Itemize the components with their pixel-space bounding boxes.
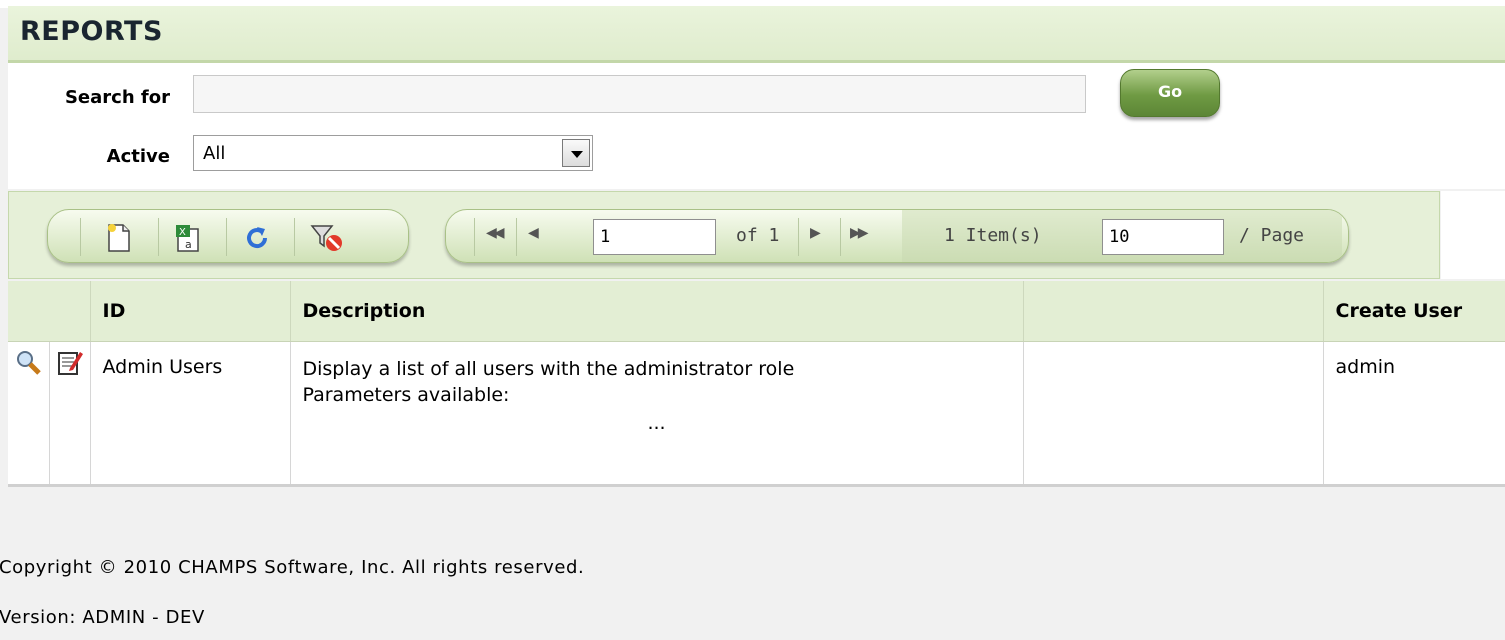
items-count-label: 1 Item(s) [944, 225, 1042, 246]
view-cell [8, 341, 50, 487]
report-description-cell: Display a list of all users with the adm… [290, 341, 1024, 487]
magnifier-view-icon[interactable] [14, 351, 42, 381]
toolbar-separator [798, 218, 799, 256]
previous-page-icon[interactable]: ◀ [528, 225, 539, 241]
edit-icon[interactable] [56, 352, 84, 381]
blank-cell [1023, 341, 1324, 487]
parameters-label: Parameters available: [302, 384, 510, 406]
toolbar-filler [1441, 191, 1505, 279]
reports-header: REPORTS [8, 6, 1505, 63]
go-button[interactable]: Go [1120, 69, 1220, 117]
create-user-cell: admin [1323, 341, 1505, 487]
active-label: Active [106, 146, 170, 167]
first-page-icon[interactable]: ◀◀ [486, 225, 504, 241]
pager-toolbar: ◀◀ ◀ 1 of 1 ▶ ▶▶ 1 Item(s) 10 / Page [445, 209, 1349, 263]
column-header-blank [1023, 281, 1324, 342]
reports-table: ID Description Create User Admin Users D… [8, 281, 1505, 487]
clear-filter-icon[interactable] [310, 223, 342, 253]
search-label: Search for [64, 87, 170, 108]
toolbar-separator [516, 218, 517, 256]
active-select[interactable]: All [193, 135, 593, 171]
svg-text:X: X [179, 227, 186, 238]
page-size-input[interactable]: 10 [1102, 219, 1224, 255]
column-header-id[interactable]: ID [90, 281, 291, 342]
page-title: REPORTS [20, 16, 163, 47]
export-excel-icon[interactable]: Xa [172, 223, 202, 253]
new-report-icon[interactable] [104, 223, 134, 253]
active-select-value: All [203, 143, 226, 164]
svg-text:a: a [185, 238, 192, 251]
page-count-label: of 1 [736, 225, 780, 246]
toolbar-separator [474, 218, 475, 256]
toolbar-separator [226, 218, 227, 256]
toolbar-separator [840, 218, 841, 256]
copyright-text: Copyright © 2010 CHAMPS Software, Inc. A… [0, 557, 585, 578]
last-page-icon[interactable]: ▶▶ [850, 225, 868, 241]
table-row: Admin Users Display a list of all users … [8, 341, 1505, 487]
dropdown-arrow-icon[interactable] [562, 139, 590, 167]
edit-cell [49, 341, 91, 487]
page-number-input[interactable]: 1 [593, 219, 716, 255]
column-header-description[interactable]: Description [290, 281, 1024, 342]
toolbar-separator [294, 218, 295, 256]
version-text: Version: ADMIN - DEV [0, 607, 205, 628]
refresh-icon[interactable] [242, 223, 272, 253]
report-id-cell[interactable]: Admin Users [90, 341, 291, 487]
toolbar-separator [158, 218, 159, 256]
action-toolbar: Xa [47, 209, 409, 263]
grid-toolbar: Xa ◀◀ ◀ 1 of 1 ▶ ▶▶ 1 Item(s) 10 / Page [8, 191, 1440, 279]
column-header-actions [8, 281, 91, 342]
search-input[interactable] [193, 75, 1086, 113]
search-panel: Search for Go Active All [8, 63, 1505, 189]
description-line: Display a list of all users with the adm… [302, 358, 795, 380]
description-ellipsis: ... [647, 412, 666, 434]
column-header-create-user[interactable]: Create User [1323, 281, 1505, 342]
toolbar-separator [80, 218, 81, 256]
table-header-row: ID Description Create User [8, 281, 1505, 342]
next-page-icon[interactable]: ▶ [810, 225, 821, 241]
per-page-label: / Page [1239, 225, 1305, 246]
